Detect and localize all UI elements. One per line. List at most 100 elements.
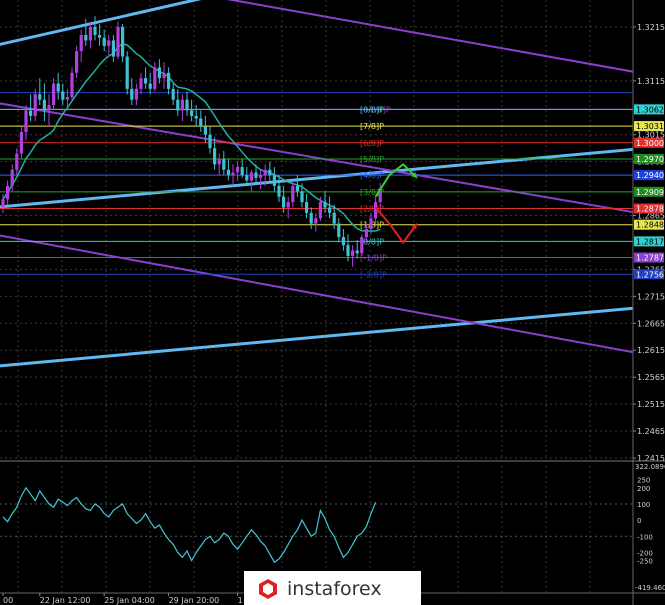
candle-body [148,83,152,89]
candle-body [328,207,332,213]
candle-body [364,229,368,238]
candle-body [318,202,322,219]
price-tick-label: 1.2515 [637,400,665,409]
channel-line [0,102,665,219]
price-tick-label: 1.2665 [637,319,665,328]
cci-tick-label: 100 [637,501,650,509]
candle-body [268,169,272,176]
candle-body [277,185,281,197]
price-tag-label: 1.3031 [636,122,664,131]
candle-body [180,99,184,111]
price-tag-label: 1.3062 [636,105,664,114]
candle-body [56,83,60,92]
cci-tick-label: 250 [637,477,650,485]
candle-body [134,88,138,100]
candle-body [185,99,189,111]
candle-body [176,99,180,111]
price-tick-label: 1.3115 [637,77,665,86]
instaforex-logo: instaforex [244,571,421,605]
candle-body [194,115,198,119]
candle-body [208,134,212,149]
candles [1,16,382,267]
price-tick-label: 1.3215 [637,23,665,32]
candle-body [162,72,166,79]
candle-body [6,185,10,200]
murrey-level-label: [7/8]P [360,122,384,131]
price-tag-label: 1.3000 [636,139,664,148]
candle-body [286,202,290,208]
candle-body [157,67,161,79]
channel-line [0,234,665,360]
candle-body [337,223,341,238]
candle-body [213,148,217,165]
candle-body [236,167,240,173]
cci-line [2,486,377,564]
candle-body [10,169,14,186]
candle-body [249,172,253,181]
candle-body [231,172,235,176]
price-tick-label: 1.2415 [637,454,665,463]
candle-body [300,191,304,203]
candle-body [88,26,92,41]
cci-tick-label: -250 [637,558,653,566]
price-tick-label: 1.2715 [637,292,665,301]
candle-body [1,199,5,208]
candle-body [295,185,299,192]
price-tag-label: 1.2756 [636,270,664,279]
price-tag-label: 1.2909 [636,188,664,197]
candle-body [309,212,313,224]
price-tick-label: 1.2615 [637,346,665,355]
murrey-level-label: [0/8]P [360,237,384,246]
candle-body [98,35,102,38]
candle-body [153,67,157,89]
candle-body [75,51,79,73]
candle-body [346,245,350,256]
candle-body [190,110,194,116]
candle-body [29,110,33,116]
candle-body [259,175,263,178]
logo-text: instaforex [287,578,382,600]
price-tag-label: 1.2940 [636,171,664,180]
price-tick-label: 1.2465 [637,427,665,436]
candle-body [217,158,221,165]
candle-body [144,78,148,84]
candle-body [102,37,106,46]
candle-body [93,26,97,36]
candle-body [61,91,65,100]
candle-body [369,218,373,229]
candle-body [111,40,115,57]
candle-body [332,212,336,224]
candle-body [360,237,364,254]
candle-body [323,202,327,208]
candle-body [355,250,359,254]
price-tag-label: 1.2970 [636,155,664,164]
candle-body [199,118,203,127]
candle-body [42,99,46,111]
candle-body [125,56,129,89]
murrey-level-label: [-1/8]P [360,254,387,263]
murrey-level-label: [-2/8]P [360,270,387,279]
candle-body [116,26,120,57]
candle-body [171,88,175,100]
murrey-level-label: [5/8]P [360,155,384,164]
axes: 1.32151.31151.30151.29651.28651.27651.27… [0,0,665,605]
candle-body [263,169,267,176]
candle-body [52,83,56,106]
candle-body [15,153,19,170]
candle-body [272,175,276,186]
candle-body [47,105,51,111]
candle-body [314,218,318,224]
candle-body [65,96,69,100]
candle-body [245,175,249,181]
candle-body [291,185,295,203]
murrey-level-label: [6/8]P [360,139,384,148]
time-tick-label: 29 Jan 20:00 [169,596,220,605]
candle-body [33,94,37,116]
candle-body [70,72,74,97]
cci-tick-label: -200 [637,549,653,557]
candle-body [341,237,345,246]
price-tag-label: 1.2817 [636,237,664,246]
murrey-level-label: [8/8]P [360,105,384,114]
price-axis-background [633,0,665,605]
cci-tick-label: 0 [637,517,641,525]
